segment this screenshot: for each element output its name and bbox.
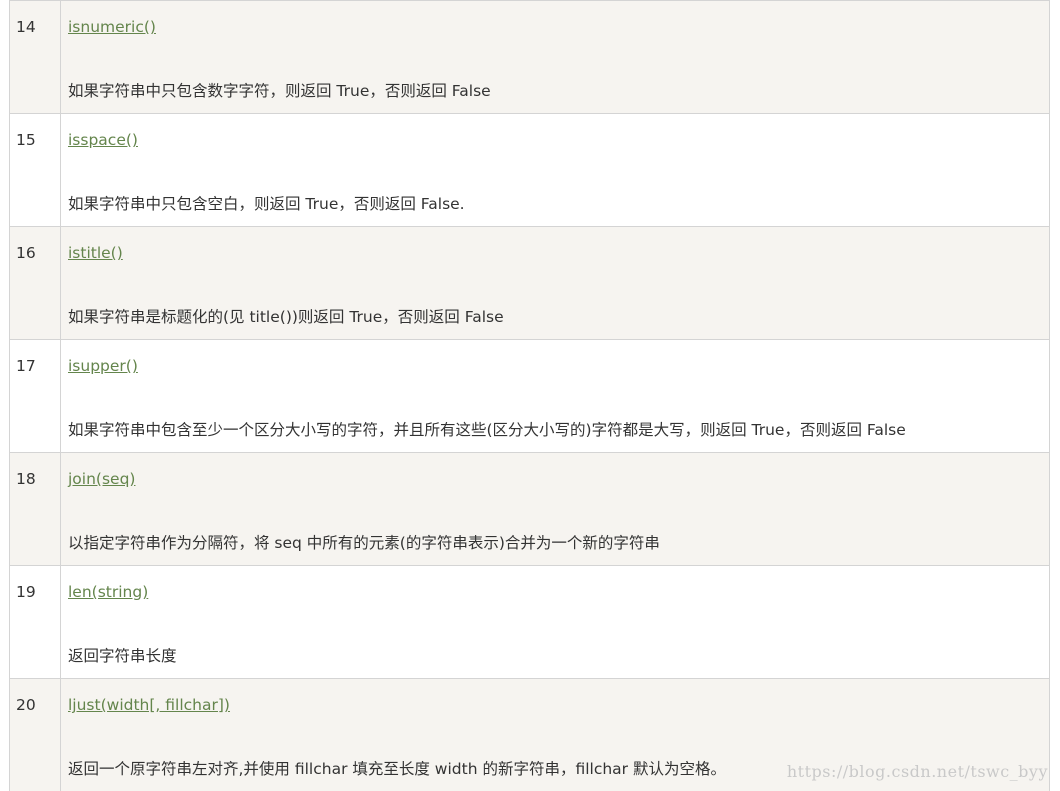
row-number: 20 — [9, 678, 61, 791]
row-number: 18 — [9, 452, 61, 566]
method-cell: isupper() 如果字符串中包含至少一个区分大小写的字符，并且所有这些(区分… — [60, 339, 1050, 453]
table-row: 15 isspace() 如果字符串中只包含空白，则返回 True，否则返回 F… — [9, 113, 1050, 227]
string-methods-table: 14 isnumeric() 如果字符串中只包含数字字符，则返回 True，否则… — [9, 0, 1050, 791]
table-row: 14 isnumeric() 如果字符串中只包含数字字符，则返回 True，否则… — [9, 0, 1050, 114]
method-cell: isspace() 如果字符串中只包含空白，则返回 True，否则返回 Fals… — [60, 113, 1050, 227]
table-row: 19 len(string) 返回字符串长度 — [9, 565, 1050, 679]
method-description: 如果字符串是标题化的(见 title())则返回 True，否则返回 False — [68, 308, 504, 326]
method-description: 如果字符串中只包含数字字符，则返回 True，否则返回 False — [68, 82, 491, 100]
row-number: 16 — [9, 226, 61, 340]
method-link-isnumeric[interactable]: isnumeric() — [68, 17, 1049, 37]
row-number: 17 — [9, 339, 61, 453]
methods-table-container: 14 isnumeric() 如果字符串中只包含数字字符，则返回 True，否则… — [9, 0, 1050, 791]
table-row: 17 isupper() 如果字符串中包含至少一个区分大小写的字符，并且所有这些… — [9, 339, 1050, 453]
method-link-istitle[interactable]: istitle() — [68, 243, 1049, 263]
table-row: 18 join(seq) 以指定字符串作为分隔符，将 seq 中所有的元素(的字… — [9, 452, 1050, 566]
method-link-join[interactable]: join(seq) — [68, 469, 1049, 489]
row-number: 14 — [9, 0, 61, 114]
method-cell: join(seq) 以指定字符串作为分隔符，将 seq 中所有的元素(的字符串表… — [60, 452, 1050, 566]
method-link-len[interactable]: len(string) — [68, 582, 1049, 602]
method-link-isupper[interactable]: isupper() — [68, 356, 1049, 376]
row-number: 19 — [9, 565, 61, 679]
method-description: 返回字符串长度 — [68, 647, 177, 665]
method-link-isspace[interactable]: isspace() — [68, 130, 1049, 150]
method-cell: isnumeric() 如果字符串中只包含数字字符，则返回 True，否则返回 … — [60, 0, 1050, 114]
method-cell: istitle() 如果字符串是标题化的(见 title())则返回 True，… — [60, 226, 1050, 340]
method-link-ljust[interactable]: ljust(width[, fillchar]) — [68, 695, 1049, 715]
table-row: 16 istitle() 如果字符串是标题化的(见 title())则返回 Tr… — [9, 226, 1050, 340]
method-cell: len(string) 返回字符串长度 — [60, 565, 1050, 679]
method-description: 如果字符串中只包含空白，则返回 True，否则返回 False. — [68, 195, 465, 213]
watermark: https://blog.csdn.net/tswc_byy — [786, 762, 1048, 781]
method-description: 如果字符串中包含至少一个区分大小写的字符，并且所有这些(区分大小写的)字符都是大… — [68, 421, 906, 439]
row-number: 15 — [9, 113, 61, 227]
method-description: 以指定字符串作为分隔符，将 seq 中所有的元素(的字符串表示)合并为一个新的字… — [68, 534, 660, 552]
